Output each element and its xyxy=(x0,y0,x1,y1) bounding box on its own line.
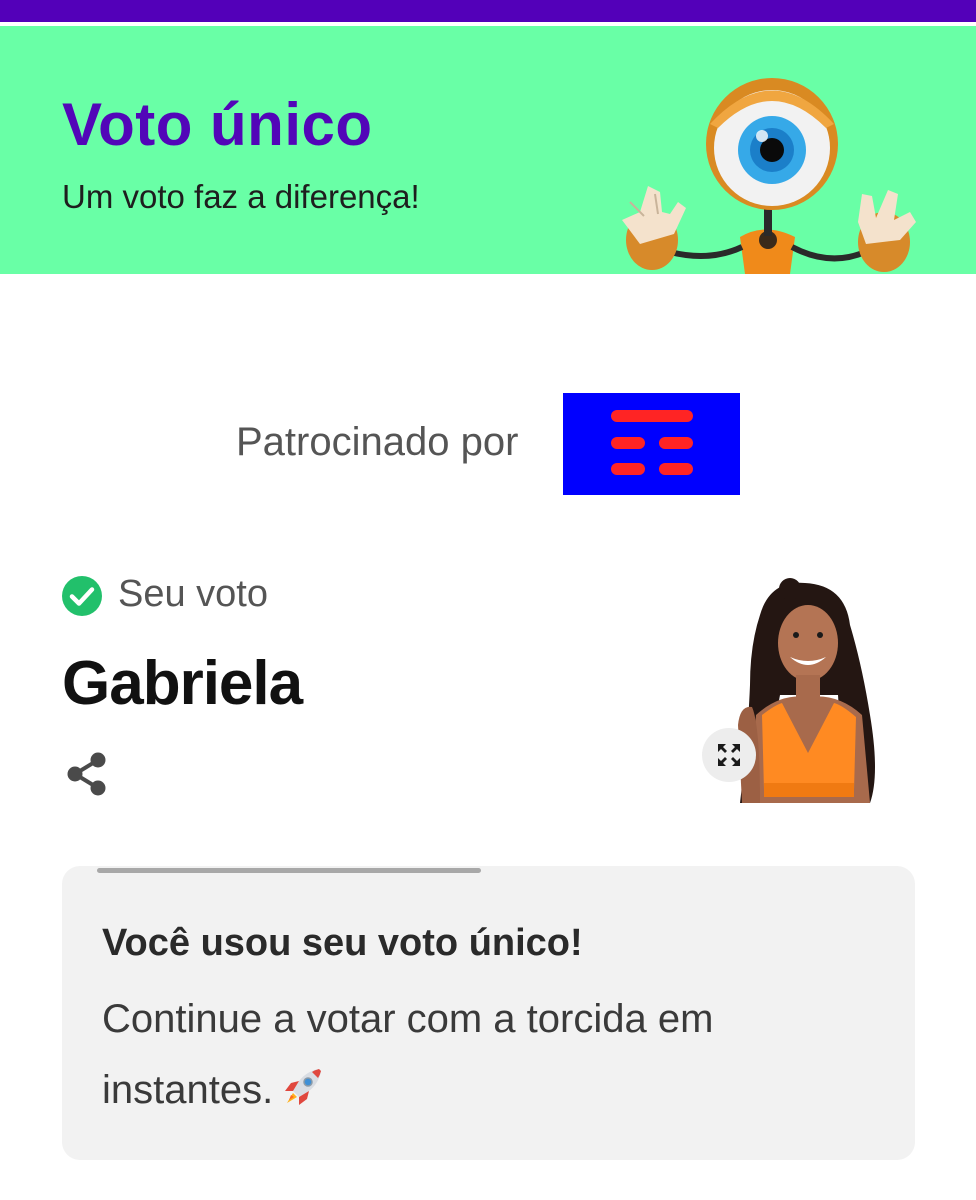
notice-message-text: Continue a votar com a torcida em instan… xyxy=(102,997,714,1112)
rocket-icon xyxy=(285,1069,322,1105)
sponsor-label: Patrocinado por xyxy=(236,420,519,464)
sponsor-logo[interactable] xyxy=(563,393,740,495)
vote-used-notice: Você usou seu voto único! Continue a vot… xyxy=(62,866,915,1160)
expand-icon xyxy=(718,744,740,766)
notice-progress-bar xyxy=(97,868,481,873)
page-header: Voto único Um voto faz a diferença! xyxy=(0,26,976,274)
page-subtitle: Um voto faz a diferença! xyxy=(62,178,420,215)
notice-title: Você usou seu voto único! xyxy=(102,922,583,964)
page-title: Voto único xyxy=(62,91,373,158)
expand-photo-button[interactable] xyxy=(702,728,756,782)
check-circle-icon xyxy=(62,576,102,616)
top-accent-bar xyxy=(0,0,976,22)
candidate-name: Gabriela xyxy=(62,649,303,718)
notice-message: Continue a votar com a torcida em instan… xyxy=(102,984,822,1126)
your-vote-label: Seu voto xyxy=(118,573,268,615)
share-icon[interactable] xyxy=(64,750,110,798)
eye-mascot-icon xyxy=(622,78,916,274)
